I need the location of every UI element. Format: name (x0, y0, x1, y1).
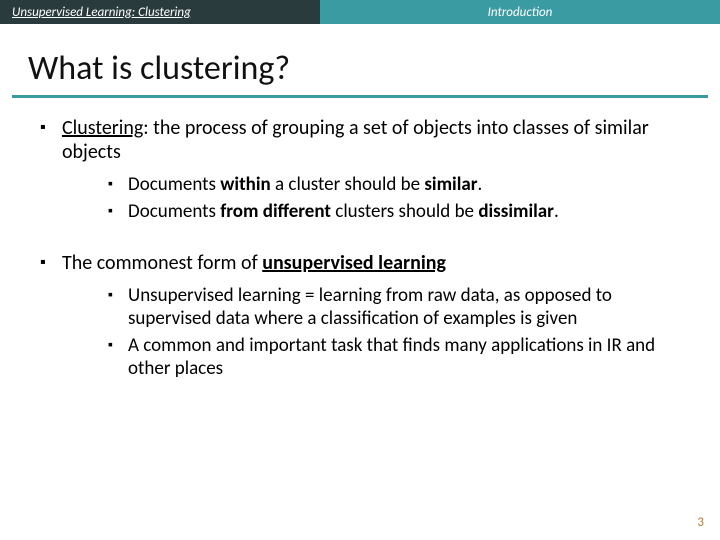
text: Documents (128, 200, 220, 223)
bullet-1-rest: : the process of grouping a set of objec… (62, 116, 649, 164)
slide: Unsupervised Learning: Clustering Introd… (0, 0, 720, 540)
bullet-1-lead: Clustering (62, 116, 143, 140)
bullet-1: Clustering: the process of grouping a se… (40, 116, 690, 223)
content-area: Clustering: the process of grouping a se… (0, 98, 720, 380)
bullet-list-2: The commonest form of unsupervised learn… (40, 251, 690, 380)
text-bold: similar (424, 173, 477, 196)
bullet-1-sublist: Documents within a cluster should be sim… (108, 173, 690, 223)
text: . (554, 200, 559, 223)
text: The commonest form of (62, 251, 262, 275)
text-bold-underline: unsupervised learning (262, 251, 446, 275)
bullet-2-sub-2: A common and important task that finds m… (108, 334, 690, 380)
bullet-list: Clustering: the process of grouping a se… (40, 116, 690, 223)
header-right: Introduction (320, 0, 720, 24)
text-bold: within (220, 173, 270, 196)
slide-title: What is clustering? (28, 48, 720, 89)
header-left: Unsupervised Learning: Clustering (0, 0, 320, 24)
bullet-2-sub-1: Unsupervised learning = learning from ra… (108, 284, 690, 330)
text: Documents (128, 173, 220, 196)
bullet-1-sub-2: Documents from different clusters should… (108, 200, 690, 223)
spacer (30, 233, 690, 251)
text: clusters should be (331, 200, 478, 223)
text: . (478, 173, 483, 196)
page-number: 3 (697, 515, 704, 530)
header-bar: Unsupervised Learning: Clustering Introd… (0, 0, 720, 24)
text-bold: dissimilar (478, 200, 554, 223)
bullet-1-sub-1: Documents within a cluster should be sim… (108, 173, 690, 196)
bullet-2: The commonest form of unsupervised learn… (40, 251, 690, 380)
text: a cluster should be (271, 173, 425, 196)
bullet-2-sublist: Unsupervised learning = learning from ra… (108, 284, 690, 381)
text-bold: from different (220, 200, 331, 223)
